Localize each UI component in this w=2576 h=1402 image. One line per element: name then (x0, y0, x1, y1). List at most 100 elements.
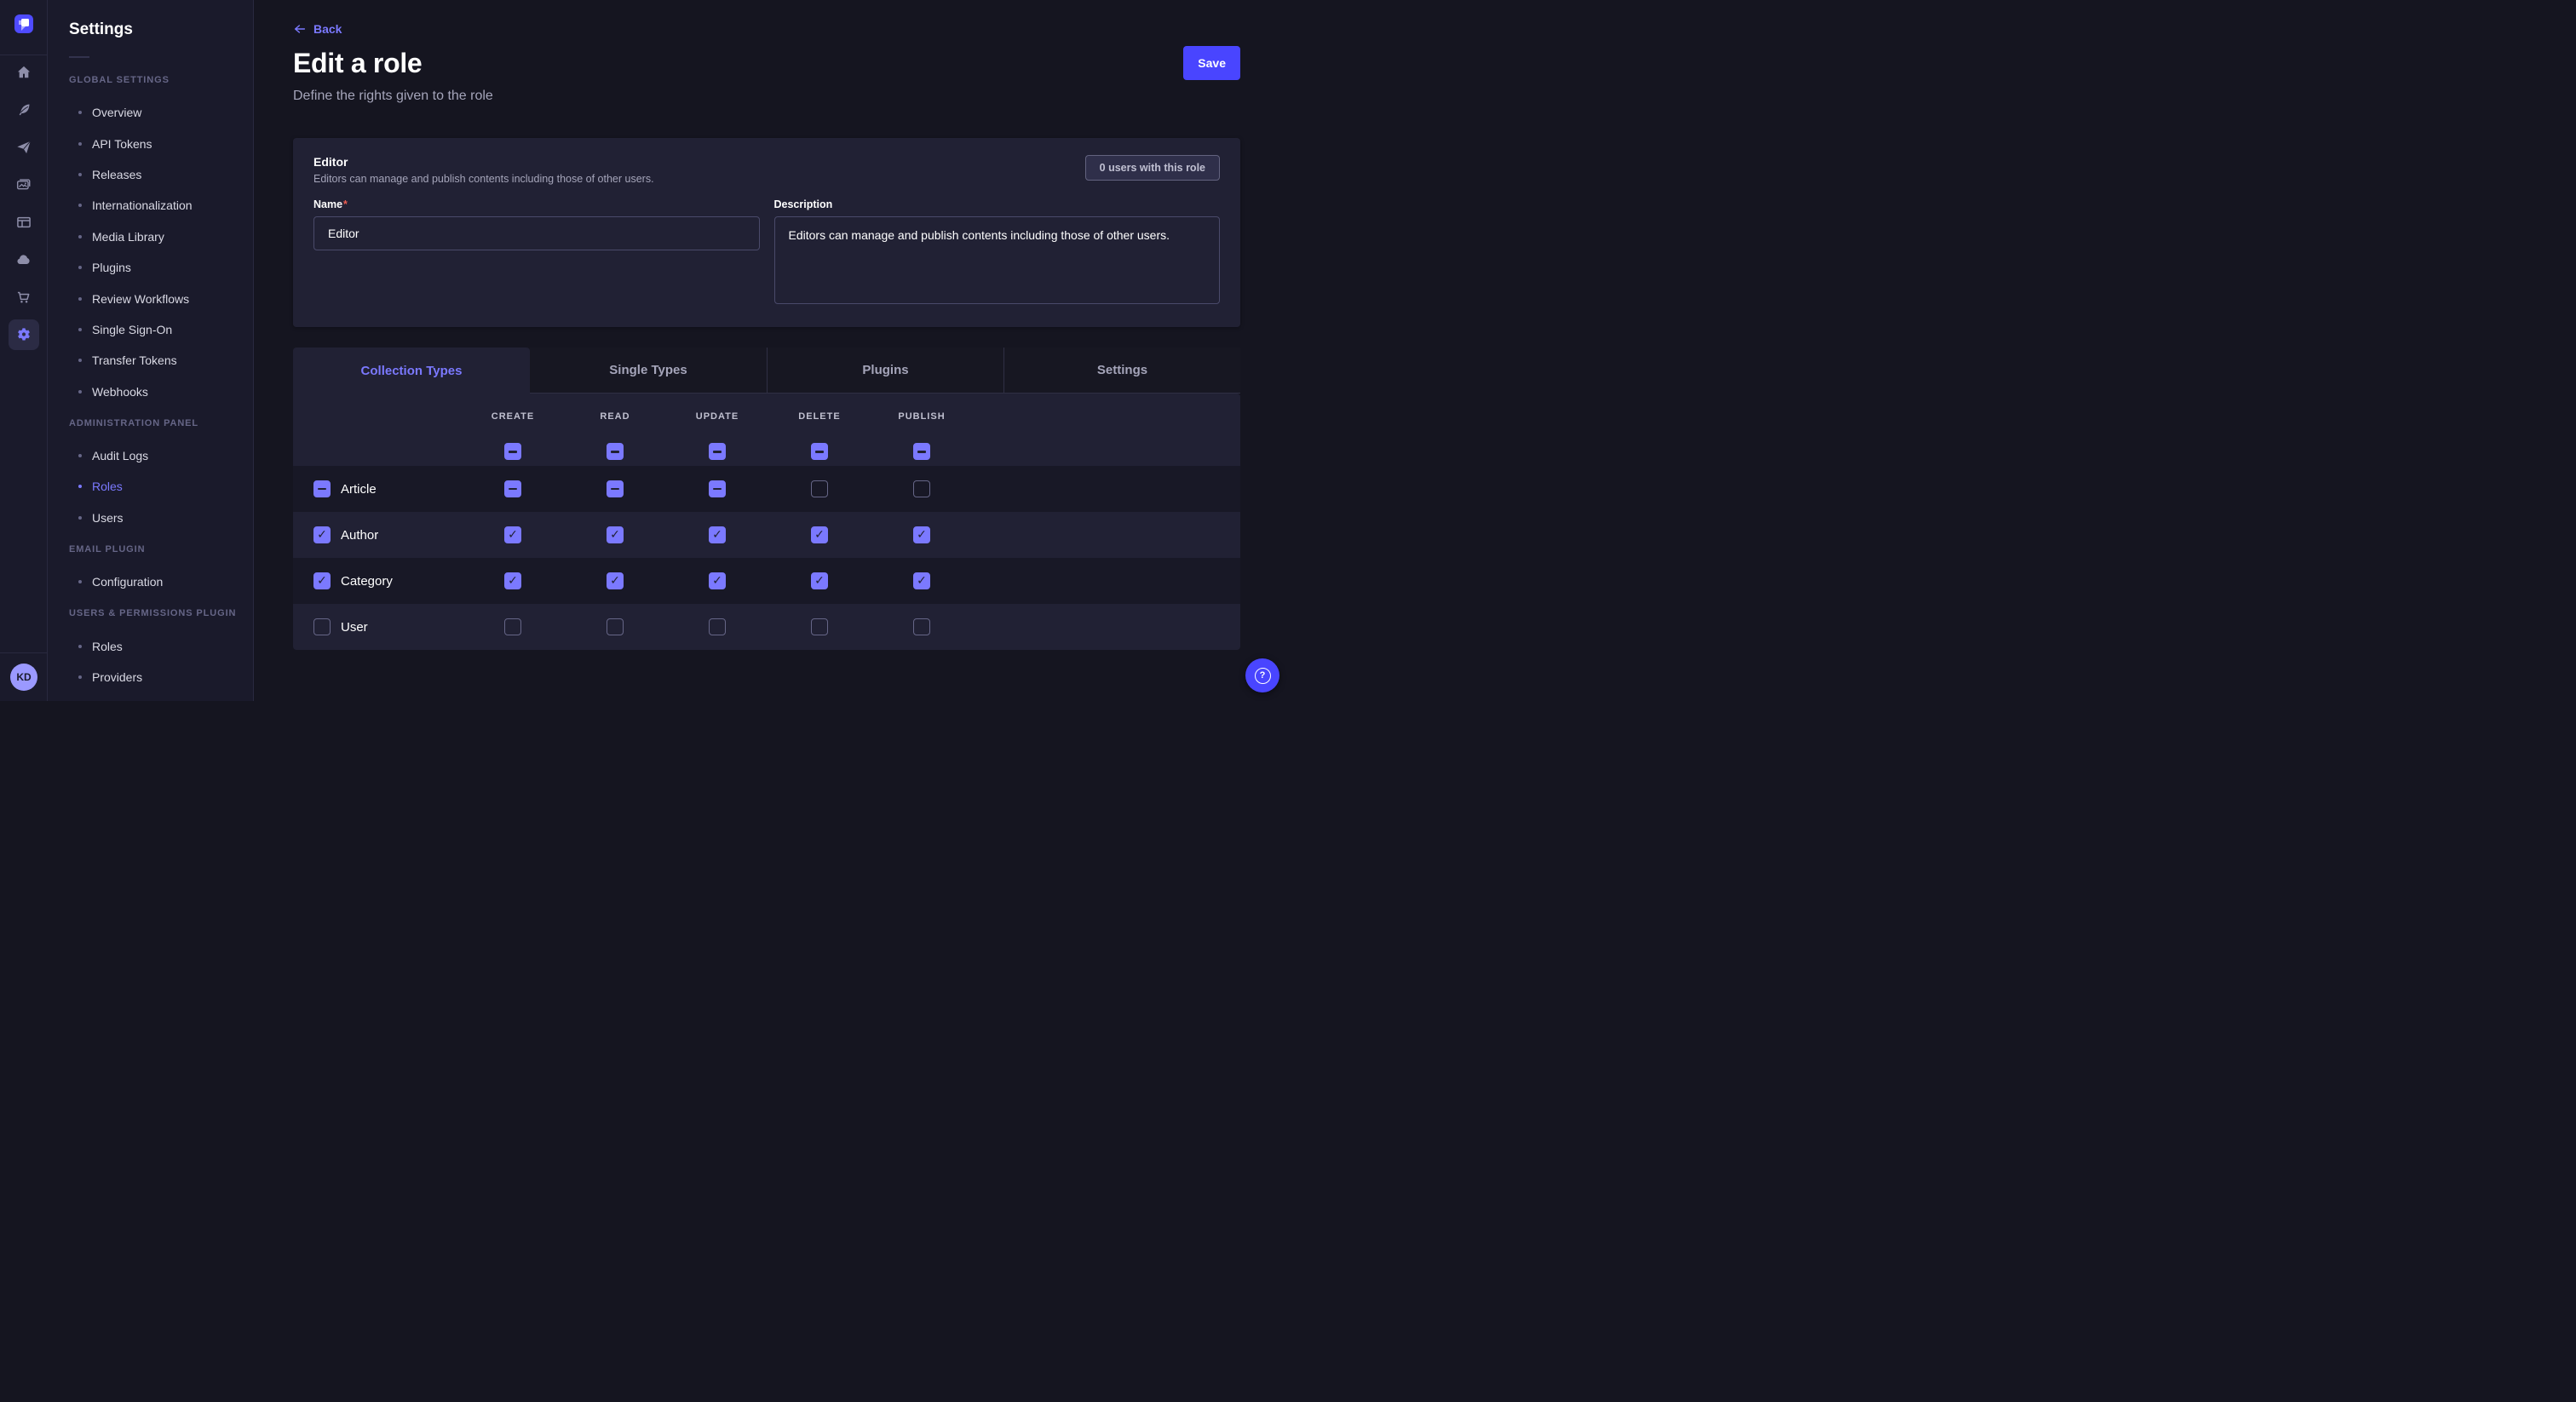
users-count-badge[interactable]: 0 users with this role (1085, 155, 1220, 181)
help-button[interactable]: ? (1245, 658, 1279, 692)
checkbox-cell (666, 480, 768, 497)
column-header-delete: DELETE (768, 411, 871, 422)
master-checkbox-create[interactable] (504, 443, 521, 460)
role-description-textarea[interactable] (774, 216, 1221, 304)
settings-nav-item-internationalization[interactable]: Internationalization (69, 190, 253, 221)
back-arrow-icon (293, 22, 307, 36)
rail-bottom-divider (0, 652, 47, 653)
settings-nav-item-users[interactable]: Users (69, 503, 253, 533)
nav-item-label: Roles (92, 640, 123, 653)
settings-nav-item-transfer-tokens[interactable]: Transfer Tokens (69, 345, 253, 376)
settings-nav-item-webhooks[interactable]: Webhooks (69, 376, 253, 407)
settings-nav-item-audit-logs[interactable]: Audit Logs (69, 440, 253, 471)
author-update-checkbox[interactable]: ✓ (709, 526, 726, 543)
master-checkbox-publish[interactable] (913, 443, 930, 460)
settings-nav-item-plugins[interactable]: Plugins (69, 252, 253, 283)
checkbox-cell (871, 443, 973, 460)
back-link[interactable]: Back (293, 22, 342, 36)
tab-settings[interactable]: Settings (1003, 348, 1240, 394)
article-read-checkbox[interactable] (607, 480, 624, 497)
user-row-checkbox[interactable] (313, 618, 331, 635)
back-label: Back (313, 22, 342, 36)
category-row-checkbox[interactable]: ✓ (313, 572, 331, 589)
settings-nav-item-configuration[interactable]: Configuration (69, 566, 253, 597)
paper-plane-icon[interactable] (9, 132, 39, 163)
permissions-table-header: CREATEREADUPDATEDELETEPUBLISH (293, 394, 1240, 466)
strapi-logo-icon[interactable] (14, 14, 33, 33)
category-create-checkbox[interactable]: ✓ (504, 572, 521, 589)
master-checkbox-update[interactable] (709, 443, 726, 460)
master-checkbox-delete[interactable] (811, 443, 828, 460)
author-delete-checkbox[interactable]: ✓ (811, 526, 828, 543)
settings-nav-item-api-tokens[interactable]: API Tokens (69, 128, 253, 158)
indeterminate-dash-icon (509, 451, 517, 453)
name-field-group: Name* (313, 198, 760, 308)
settings-nav-item-media-library[interactable]: Media Library (69, 221, 253, 252)
settings-nav-item-releases[interactable]: Releases (69, 159, 253, 190)
nav-item-label: Releases (92, 168, 141, 181)
checkbox-cell: ✓ (871, 572, 973, 589)
user-update-checkbox[interactable] (709, 618, 726, 635)
author-create-checkbox[interactable]: ✓ (504, 526, 521, 543)
checkbox-cell (462, 480, 564, 497)
article-publish-checkbox[interactable] (913, 480, 930, 497)
check-icon: ✓ (814, 575, 825, 587)
save-button[interactable]: Save (1183, 46, 1240, 80)
author-row-checkbox[interactable]: ✓ (313, 526, 331, 543)
indeterminate-dash-icon (815, 451, 824, 453)
category-publish-checkbox[interactable]: ✓ (913, 572, 930, 589)
tab-collection-types[interactable]: Collection Types (293, 348, 530, 394)
role-name-input[interactable] (313, 216, 760, 250)
article-row-checkbox[interactable] (313, 480, 331, 497)
category-read-checkbox[interactable]: ✓ (607, 572, 624, 589)
user-avatar[interactable]: KD (10, 664, 37, 691)
settings-nav-item-review-workflows[interactable]: Review Workflows (69, 283, 253, 313)
settings-nav-item-single-sign-on[interactable]: Single Sign-On (69, 314, 253, 345)
title-rule (69, 56, 89, 58)
user-create-checkbox[interactable] (504, 618, 521, 635)
author-read-checkbox[interactable]: ✓ (607, 526, 624, 543)
user-publish-checkbox[interactable] (913, 618, 930, 635)
master-checkbox-read[interactable] (607, 443, 624, 460)
nav-item-label: Audit Logs (92, 449, 148, 463)
permission-row-user: User (293, 604, 1240, 650)
checkbox-cell (666, 618, 768, 635)
bullet-icon (78, 235, 82, 238)
user-read-checkbox[interactable] (607, 618, 624, 635)
settings-nav-item-overview[interactable]: Overview (69, 97, 253, 128)
row-label: Article (341, 482, 377, 497)
article-update-checkbox[interactable] (709, 480, 726, 497)
bullet-icon (78, 173, 82, 176)
category-delete-checkbox[interactable]: ✓ (811, 572, 828, 589)
settings-nav-sections: GLOBAL SETTINGSOverviewAPI TokensRelease… (69, 75, 253, 692)
checkbox-cell (768, 443, 871, 460)
layout-icon[interactable] (9, 207, 39, 238)
tab-single-types[interactable]: Single Types (530, 348, 767, 394)
cloud-icon[interactable] (9, 244, 39, 275)
article-create-checkbox[interactable] (504, 480, 521, 497)
app-window: KD Settings GLOBAL SETTINGSOverviewAPI T… (0, 0, 1288, 701)
nav-section: GLOBAL SETTINGSOverviewAPI TokensRelease… (69, 75, 253, 407)
cart-icon[interactable] (9, 282, 39, 313)
feather-icon[interactable] (9, 95, 39, 125)
author-publish-checkbox[interactable]: ✓ (913, 526, 930, 543)
user-delete-checkbox[interactable] (811, 618, 828, 635)
settings-nav-item-roles[interactable]: Roles (69, 471, 253, 502)
main-content: Back Edit a role Save Define the rights … (254, 0, 1288, 701)
category-update-checkbox[interactable]: ✓ (709, 572, 726, 589)
checkbox-cell (564, 443, 666, 460)
nav-item-label: Users (92, 511, 124, 525)
permission-row-category: ✓Category✓✓✓✓✓ (293, 558, 1240, 604)
article-delete-checkbox[interactable] (811, 480, 828, 497)
gear-icon[interactable] (9, 319, 39, 350)
bullet-icon (78, 328, 82, 331)
nav-section-heading: EMAIL PLUGIN (69, 544, 253, 556)
tab-plugins[interactable]: Plugins (767, 348, 1003, 394)
column-header-update: UPDATE (666, 411, 768, 422)
settings-nav-item-roles[interactable]: Roles (69, 630, 253, 661)
settings-nav-item-providers[interactable]: Providers (69, 662, 253, 692)
media-icon[interactable] (9, 170, 39, 200)
role-details-card: Editor Editors can manage and publish co… (293, 138, 1240, 327)
bullet-icon (78, 485, 82, 488)
home-icon[interactable] (9, 57, 39, 88)
